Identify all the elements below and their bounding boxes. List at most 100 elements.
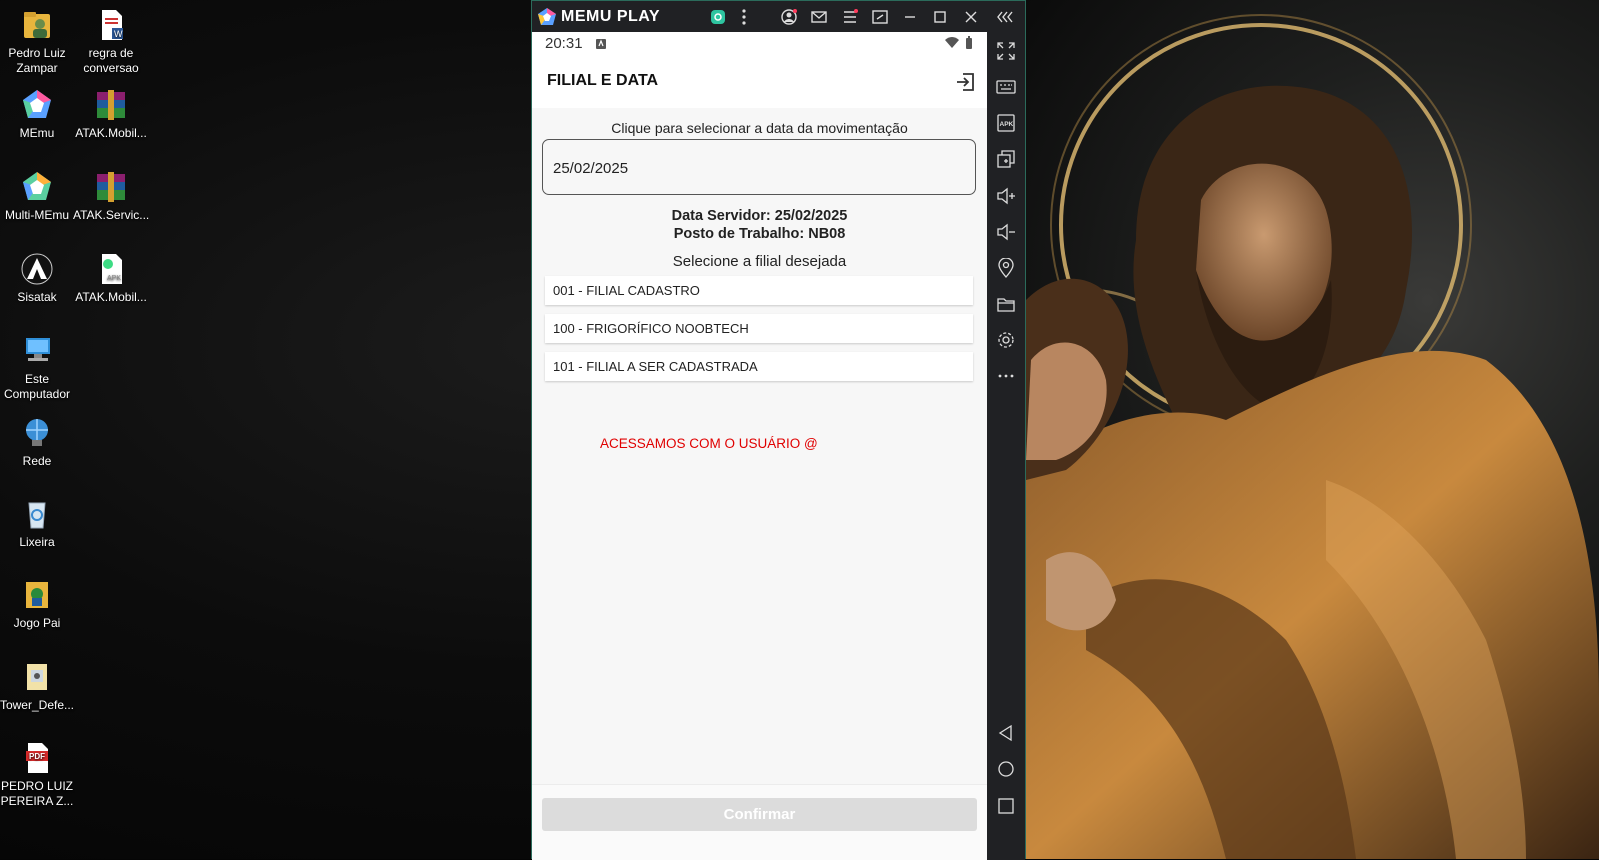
multi-memu-app-icon: [20, 170, 54, 204]
branch-item-001[interactable]: 001 - FILIAL CADASTRO: [545, 276, 973, 305]
svg-text:W: W: [114, 29, 123, 39]
screen-mode-icon[interactable]: [870, 7, 890, 27]
notification-icon: [595, 38, 607, 50]
android-screen: 20:31 FILIAL E DATA Clique para selecion…: [532, 32, 987, 860]
minimize-icon[interactable]: [900, 7, 920, 27]
confirm-button[interactable]: Confirmar: [542, 798, 977, 831]
desktop-icon-atak-servic[interactable]: ATAK.Servic...: [73, 170, 149, 223]
desktop-icon-pedro-luiz-pdf[interactable]: PDF PEDRO LUIZ PEREIRA Z...: [0, 741, 75, 809]
home-icon[interactable]: [996, 759, 1016, 779]
desktop-icon-label: Tower_Defe...: [0, 698, 75, 712]
game-folder-icon: [20, 578, 54, 612]
account-icon[interactable]: [779, 7, 799, 27]
desktop-icon-tower-defe[interactable]: Tower_Defe...: [0, 660, 75, 713]
fullscreen-icon[interactable]: [996, 41, 1016, 61]
wifi-icon: [944, 37, 960, 49]
status-time: 20:31: [545, 35, 583, 52]
desktop-icon-sisatak[interactable]: Sisatak: [0, 252, 75, 305]
emulator-window: MEMU PLAY 20:31 FILIAL E DATA Clique par…: [531, 0, 1026, 860]
maximize-icon[interactable]: [930, 7, 950, 27]
word-document-icon: W: [94, 8, 128, 42]
date-field-value: 25/02/2025: [553, 160, 629, 177]
branch-item-label: 001 - FILIAL CADASTRO: [553, 283, 700, 298]
app-name: MEMU PLAY: [561, 8, 661, 25]
desktop-icon-memu[interactable]: MEmu: [0, 88, 75, 141]
desktop-icon-rede[interactable]: Rede: [0, 416, 75, 469]
annotation-note: ACESSAMOS COM O USUÁRIO @: [600, 436, 818, 451]
desktop-icon-label: PEDRO LUIZ PEREIRA Z...: [0, 779, 74, 808]
green-app-icon[interactable]: [708, 7, 728, 27]
app-bar: FILIAL E DATA: [532, 56, 987, 108]
desktop-icon-jogo-pai[interactable]: Jogo Pai: [0, 578, 75, 631]
svg-text:APK: APK: [1000, 121, 1014, 128]
desktop-icon-lixeira[interactable]: Lixeira: [0, 497, 75, 550]
desktop-icon-label: Multi-MEmu: [4, 208, 69, 222]
branch-item-label: 101 - FILIAL A SER CADASTRADA: [553, 359, 758, 374]
computer-icon: [20, 334, 54, 368]
branch-item-100[interactable]: 100 - FRIGORÍFICO NOOBTECH: [545, 314, 973, 343]
volume-up-icon[interactable]: [996, 186, 1016, 206]
memu-logo-icon: [537, 7, 557, 27]
date-prompt-label: Clique para selecionar a data da movimen…: [611, 120, 908, 136]
collapse-sidebar-icon[interactable]: [995, 7, 1015, 27]
folder-icon[interactable]: [996, 294, 1016, 314]
desktop-icon-label: MEmu: [19, 126, 55, 140]
desktop-icon-label: Lixeira: [19, 535, 55, 549]
keyboard-icon[interactable]: [996, 77, 1016, 97]
location-icon[interactable]: [996, 258, 1016, 278]
back-icon[interactable]: [996, 723, 1016, 743]
user-folder-icon: [20, 8, 54, 42]
desktop-icon-label: Pedro Luiz Zampar: [8, 46, 66, 75]
battery-icon: [965, 36, 973, 50]
file-icon: [20, 660, 54, 694]
emulator-titlebar[interactable]: MEMU PLAY: [532, 1, 1025, 32]
branch-select-label: Selecione a filial desejada: [672, 253, 847, 270]
bottom-action-area: Confirmar: [532, 784, 987, 860]
desktop-icon-label: regra de conversao: [83, 46, 139, 75]
winrar-archive-icon: [94, 170, 128, 204]
network-icon: [20, 416, 54, 450]
volume-down-icon[interactable]: [996, 222, 1016, 242]
page-title: FILIAL E DATA: [547, 72, 659, 89]
desktop-icon-label: Sisatak: [17, 290, 57, 304]
apk-install-icon[interactable]: APK: [996, 113, 1016, 133]
desktop-icon-atak-mobil-apk[interactable]: APK ATAK.Mobil...: [73, 252, 149, 305]
pdf-file-icon: PDF: [20, 741, 54, 775]
desktop-icon-label: ATAK.Mobil...: [75, 290, 147, 304]
branch-item-101[interactable]: 101 - FILIAL A SER CADASTRADA: [545, 352, 973, 381]
svg-text:APK: APK: [107, 275, 121, 282]
menu-icon[interactable]: [840, 7, 860, 27]
page-content: Clique para selecionar a data da movimen…: [532, 108, 987, 860]
settings-icon[interactable]: [996, 330, 1016, 350]
desktop-icon-regra-de-conversao[interactable]: W regra de conversao: [73, 8, 149, 76]
desktop-icon-atak-mobil[interactable]: ATAK.Mobil...: [73, 88, 149, 141]
recycle-bin-icon: [20, 497, 54, 531]
close-icon[interactable]: [961, 7, 981, 27]
desktop-icon-multi-memu[interactable]: Multi-MEmu: [0, 170, 75, 223]
wallpaper-painting: [1026, 0, 1599, 859]
date-field[interactable]: 25/02/2025: [542, 139, 976, 195]
desktop-icon-pedro-luiz-zampar[interactable]: Pedro Luiz Zampar: [0, 8, 75, 76]
desktop-icon-label: Este Computador: [3, 372, 71, 401]
sisatak-app-icon: [20, 252, 54, 286]
logout-icon[interactable]: [955, 72, 975, 92]
apk-file-icon: APK: [94, 252, 128, 286]
workstation-label: Posto de Trabalho: NB08: [673, 226, 846, 242]
desktop-icon-label: ATAK.Servic...: [73, 208, 150, 222]
svg-text:PDF: PDF: [29, 752, 45, 761]
more-icon[interactable]: [996, 366, 1016, 386]
desktop-icon-label: ATAK.Mobil...: [75, 126, 147, 140]
desktop-icon-label: Rede: [22, 454, 52, 468]
multi-window-icon[interactable]: [996, 149, 1016, 169]
kebab-menu-icon[interactable]: [734, 7, 754, 27]
status-bar: 20:31: [532, 32, 987, 56]
recents-icon[interactable]: [996, 796, 1016, 816]
emulator-sidebar: APK: [987, 32, 1025, 860]
desktop-icon-este-computador[interactable]: Este Computador: [0, 334, 75, 402]
server-info: Data Servidor: 25/02/2025 Posto de Traba…: [532, 207, 987, 243]
mail-icon[interactable]: [809, 7, 829, 27]
winrar-archive-icon: [94, 88, 128, 122]
branch-item-label: 100 - FRIGORÍFICO NOOBTECH: [553, 321, 749, 336]
desktop-icon-label: Jogo Pai: [13, 616, 61, 630]
server-date: Data Servidor: 25/02/2025: [671, 208, 848, 224]
